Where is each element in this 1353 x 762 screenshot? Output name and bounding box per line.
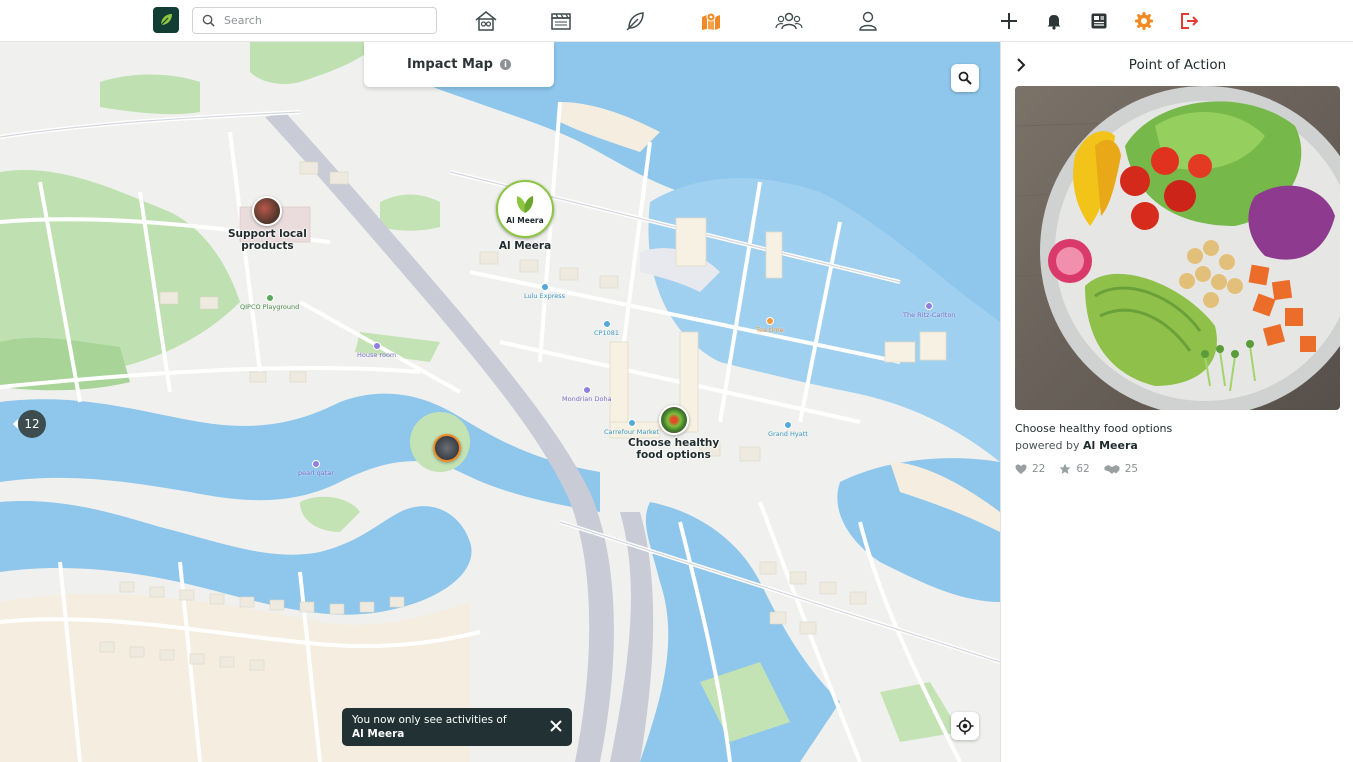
map-base-layer [0,42,1000,762]
settings-button[interactable] [1129,7,1159,35]
poi-lulu-express[interactable]: Lulu Express [524,283,565,300]
logout-button[interactable] [1174,7,1204,35]
gear-icon [1135,12,1153,30]
leaf-icon [626,12,644,31]
nav-home[interactable] [471,7,501,35]
marker-choose-healthy-food[interactable]: Choose healthy food options [628,405,719,461]
heart-icon [1015,464,1027,474]
news-icon [1091,13,1107,29]
activity-thumbnail [252,196,283,226]
poi-mondrian-doha[interactable]: Mondrian Doha [562,386,612,403]
community-icon [775,12,803,30]
marker-label: Al Meera [498,240,552,252]
marker-label: Support local products [228,228,307,252]
activity-thumbnail [433,434,461,462]
toast-message: You now only see activities of [352,714,507,726]
poi-tea-time[interactable]: Tea time [756,317,784,334]
marker-al-meera[interactable]: Al Meera Al Meera [496,180,554,252]
my-location-button[interactable] [951,712,979,740]
poi-ritz-carlton[interactable]: The Ritz-Carlton [903,302,955,319]
leaf-logo-icon [160,14,172,26]
search-box[interactable] [192,7,437,34]
partner-name[interactable]: Al Meera [1083,439,1138,452]
map-icon [702,12,720,30]
point-of-action-panel: Point of Action Choose healthy food opti… [1000,42,1353,762]
home-icon [475,11,497,31]
activity-photo [1015,86,1340,410]
bell-icon [1047,15,1061,30]
poi-qipco-playground[interactable]: QIPCO Playground [240,294,299,311]
activity-thumbnail [658,405,689,435]
notifications-button[interactable] [1039,7,1069,35]
top-navigation-bar [0,0,1353,42]
al-meera-logo: Al Meera [496,180,554,238]
marker-unlabeled-activity[interactable] [433,434,461,462]
plus-icon [1001,13,1017,29]
filter-toast: You now only see activities of Al Meera [342,708,572,746]
palm-leaf-icon [516,195,534,213]
cluster-badge[interactable]: 12 [13,410,46,438]
map-search-button[interactable] [951,64,979,92]
crosshair-icon [956,717,974,735]
nav-impact-map[interactable] [696,7,726,35]
handshakes-stat[interactable]: 25 [1104,463,1138,475]
clapperboard-icon [551,13,571,30]
profile-icon [859,11,877,31]
poi-grand-hyatt[interactable]: Grand Hyatt [768,421,808,438]
search-input[interactable] [224,14,424,27]
handshake-icon [1104,464,1120,474]
activity-stats: 22 62 25 [1015,463,1138,475]
info-icon[interactable]: i [499,59,511,70]
nav-community[interactable] [774,7,804,35]
nav-profile[interactable] [853,7,883,35]
map-title: Impact Map [407,57,493,72]
poi-house-room[interactable]: House room [357,342,396,359]
toast-partner: Al Meera [352,728,405,740]
salad-bowl-image [1015,86,1340,410]
powered-by-line: powered by Al Meera [1015,439,1138,452]
panel-header: Point of Action [1001,54,1353,76]
search-icon [202,14,215,27]
poi-cp1081[interactable]: CP1081 [594,320,619,337]
impact-map[interactable]: QIPCO Playground Lulu Express CP1081 Tea… [0,42,1000,762]
add-button[interactable] [994,7,1024,35]
poi-pearl-qatar[interactable]: pearl qatar [298,460,334,477]
nav-videos[interactable] [546,7,576,35]
app-logo[interactable] [153,7,179,33]
marker-support-local-products[interactable]: Support local products [228,196,307,252]
nav-sustainability[interactable] [621,7,651,35]
likes-stat[interactable]: 22 [1015,463,1045,475]
marker-label: Choose healthy food options [628,437,720,461]
logout-icon [1181,13,1199,29]
activity-title: Choose healthy food options [1015,422,1173,435]
star-icon [1059,463,1071,474]
magnifier-icon [958,71,972,85]
news-button[interactable] [1084,7,1114,35]
map-title-card: Impact Map i [364,42,554,87]
panel-title: Point of Action [1128,57,1227,73]
close-icon[interactable] [549,719,563,733]
stars-stat[interactable]: 62 [1059,463,1090,475]
